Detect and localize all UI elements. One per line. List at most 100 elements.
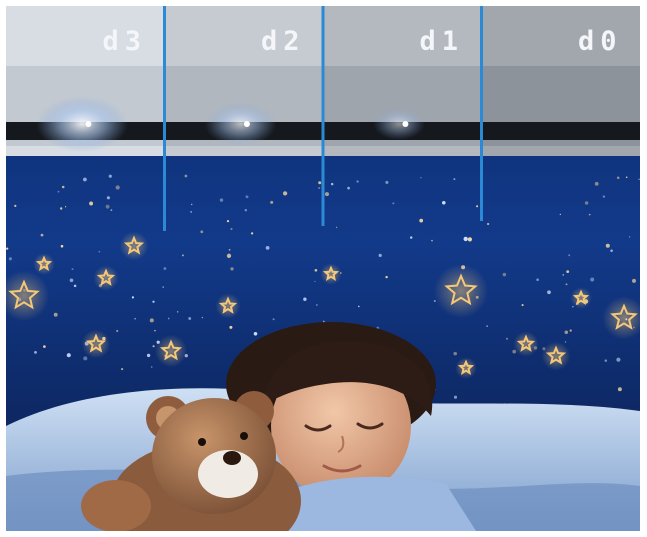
panel-divider [163, 6, 166, 231]
star-dot [184, 174, 188, 178]
star-dot [453, 351, 457, 356]
star-dot [505, 337, 509, 340]
indicator-dot [402, 121, 409, 127]
display-light [373, 108, 426, 140]
star-dot [66, 353, 71, 358]
star-dot [200, 230, 204, 234]
star-dot [588, 213, 591, 216]
star-dot [190, 211, 192, 213]
star-dot [282, 191, 288, 196]
star-dot [356, 180, 359, 183]
panel-label-d3: d3 [102, 26, 148, 57]
star-dot [569, 329, 572, 332]
star-dot [565, 283, 568, 286]
star-dot [244, 209, 247, 212]
star-dot [385, 275, 388, 279]
star-dot [547, 290, 551, 295]
star-dot [476, 205, 479, 208]
star-dot [431, 239, 433, 242]
star-dot [60, 207, 63, 210]
star-dot [83, 356, 88, 361]
star-dot [610, 249, 613, 252]
star-dot [559, 213, 561, 215]
star-dot [566, 270, 570, 273]
star-dot [108, 174, 112, 178]
star-dot [40, 233, 44, 237]
bear-nose [223, 451, 241, 465]
star-dot [6, 247, 9, 250]
star-dot [162, 286, 164, 288]
star-dot [177, 311, 179, 313]
star-dot [149, 318, 154, 323]
star-dot [167, 317, 170, 320]
star-dot [467, 237, 472, 242]
panel-label-d2: d2 [261, 26, 306, 57]
star-dot [392, 202, 395, 205]
star-dot [632, 278, 636, 283]
star-dot [564, 330, 569, 335]
display-light [36, 96, 129, 152]
star-dot [146, 353, 151, 358]
star-dot [105, 204, 110, 209]
panel-divider [321, 6, 325, 226]
star-dot [433, 300, 436, 302]
star-dot [73, 284, 77, 288]
star-dot [131, 296, 134, 299]
star-dot [251, 232, 254, 235]
star-dot [378, 253, 382, 258]
star-dot [486, 222, 490, 226]
star-dot [568, 254, 571, 257]
star-dot [230, 267, 234, 271]
bedroom-night-illustration [6, 6, 640, 531]
star-dot [115, 185, 120, 190]
panel-divider [480, 6, 483, 221]
star-dot [536, 278, 539, 282]
panel-label-d0: d0 [578, 26, 623, 57]
star-dot [453, 178, 456, 181]
star-dot [420, 177, 422, 179]
star-dot [98, 250, 101, 253]
star-dot [150, 366, 153, 368]
star-dot [562, 274, 564, 276]
star-dot [605, 243, 610, 248]
scene: d3 d2 d1 d0 [6, 6, 640, 531]
star-dot [590, 277, 595, 282]
star-dot [265, 245, 270, 250]
star-dot [314, 280, 316, 283]
bear-paw [81, 480, 151, 531]
star-dot [219, 198, 224, 202]
star-dot [604, 359, 608, 362]
star-dot [152, 345, 155, 348]
star-dot [602, 195, 606, 198]
star-dot [226, 219, 230, 223]
star-dot [134, 317, 136, 320]
star-dot [83, 177, 87, 182]
star-dot [616, 357, 621, 362]
star-dot [61, 185, 65, 189]
star-dot [347, 186, 350, 190]
display-light [204, 102, 277, 146]
star-dot [594, 181, 599, 186]
star-dot [69, 278, 74, 283]
star-dot [572, 305, 574, 308]
star-dot [616, 176, 620, 180]
star-dot [486, 325, 488, 327]
star-dot [303, 297, 307, 301]
bear-eye-right [240, 432, 248, 440]
star-dot [228, 248, 231, 251]
star-dot [121, 368, 124, 371]
star-dot [270, 200, 274, 204]
star-dot [453, 395, 458, 399]
star-dot [463, 236, 468, 242]
indicator-dot [243, 121, 250, 127]
star-dot [230, 227, 233, 231]
star-dot [14, 204, 17, 208]
star-dot [110, 209, 113, 211]
star-dot [152, 300, 155, 303]
star-dot [181, 254, 184, 257]
star-dot [584, 201, 589, 205]
star-dot [502, 272, 507, 277]
star-dot [53, 312, 58, 317]
ac-vent [481, 122, 640, 140]
star-dot [201, 316, 204, 319]
